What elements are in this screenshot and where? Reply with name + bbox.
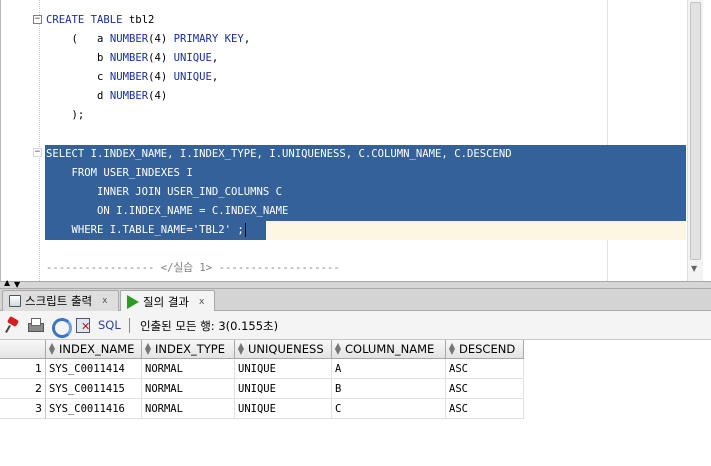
tab-label: 스크립트 출력 <box>25 294 93 308</box>
code-line: ( a NUMBER(4) PRIMARY KEY, <box>71 33 251 45</box>
table-cell[interactable]: ASC <box>446 379 524 399</box>
table-cell[interactable]: NORMAL <box>142 359 235 379</box>
pane-splitter[interactable]: ▲ ▼ <box>0 278 711 289</box>
scrollbar-thumb[interactable] <box>690 2 701 260</box>
code-line-selected: SELECT I.INDEX_NAME, I.INDEX_TYPE, I.UNI… <box>46 148 512 160</box>
sort-icon[interactable]: ▲ ▼ <box>235 342 247 356</box>
column-header-uniqueness[interactable]: ▲ ▼ UNIQUENESS <box>235 340 332 359</box>
table-cell[interactable]: SYS_C0011416 <box>46 399 142 419</box>
row-number[interactable]: 2 <box>0 379 46 399</box>
code-line-selected: ON I.INDEX_NAME = C.INDEX_NAME <box>46 205 289 217</box>
result-grid[interactable]: ▲ ▼ INDEX_NAME ▲ ▼ INDEX_TYPE ▲ ▼ UNIQUENESS ▲… <box>0 340 711 466</box>
code-line-selected: WHERE I.TABLE_NAME='TBL2' ; <box>46 223 246 237</box>
sort-icon[interactable]: ▲ ▼ <box>46 342 58 356</box>
text-caret <box>244 223 246 237</box>
run-query-icon <box>127 294 139 309</box>
pin-icon[interactable] <box>5 317 21 333</box>
code-line: ); <box>71 109 85 121</box>
code-line-selected: INNER JOIN USER_IND_COLUMNS C <box>46 186 282 198</box>
table-cell[interactable]: SYS_C0011414 <box>46 359 142 379</box>
editor-gutter <box>39 0 40 281</box>
fold-toggle-icon[interactable]: − <box>33 15 42 24</box>
table-cell[interactable]: A <box>332 359 446 379</box>
table-cell[interactable]: NORMAL <box>142 379 235 399</box>
code-line: CREATE TABLE tbl2 <box>46 14 155 26</box>
sort-icon[interactable]: ▲ ▼ <box>142 342 154 356</box>
result-toolbar: SQL 인출된 모든 행: 3(0.155초) <box>0 311 711 340</box>
editor-border <box>0 0 1 281</box>
table-cell[interactable]: ASC <box>446 399 524 419</box>
sort-icon[interactable]: ▲ ▼ <box>332 342 344 356</box>
table-cell[interactable]: UNIQUE <box>235 379 332 399</box>
sql-button[interactable]: SQL <box>98 318 121 332</box>
code-line: b NUMBER(4) UNIQUE, <box>97 52 219 64</box>
fold-toggle-icon[interactable]: − <box>33 148 42 157</box>
toolbar-separator <box>129 318 130 333</box>
tab-query-result[interactable]: 질의 결과 x <box>120 290 215 312</box>
code-line-selected: FROM USER_INDEXES I <box>46 167 193 179</box>
expand-up-icon[interactable]: ▲ <box>4 278 10 287</box>
row-number[interactable]: 1 <box>0 359 46 379</box>
column-header-descend[interactable]: ▲ ▼ DESCEND <box>446 340 524 359</box>
table-cell[interactable]: ASC <box>446 359 524 379</box>
column-header-index-name[interactable]: ▲ ▼ INDEX_NAME <box>46 340 142 359</box>
editor-vertical-scrollbar[interactable]: ▼ <box>687 0 703 281</box>
tab-label: 질의 결과 <box>143 294 189 309</box>
collapse-down-icon[interactable]: ▼ <box>14 280 20 289</box>
table-cell[interactable]: C <box>332 399 446 419</box>
output-tab-bar: 스크립트 출력 x 질의 결과 x <box>0 289 711 312</box>
close-icon[interactable]: x <box>199 297 204 307</box>
row-number[interactable]: 3 <box>0 399 46 419</box>
table-cell[interactable]: SYS_C0011415 <box>46 379 142 399</box>
sql-editor[interactable]: − − CREATE TABLE tbl2 ( a NUMBER(4) PRIM… <box>0 0 711 281</box>
tab-script-output[interactable]: 스크립트 출력 x <box>2 290 119 311</box>
print-icon[interactable] <box>27 317 44 333</box>
scroll-down-arrow-icon[interactable]: ▼ <box>691 264 697 273</box>
table-cell[interactable]: B <box>332 379 446 399</box>
code-line: c NUMBER(4) UNIQUE, <box>97 71 219 83</box>
close-icon[interactable]: x <box>102 296 107 306</box>
table-cell[interactable]: NORMAL <box>142 399 235 419</box>
column-header-index-type[interactable]: ▲ ▼ INDEX_TYPE <box>142 340 235 359</box>
column-header-column-name[interactable]: ▲ ▼ COLUMN_NAME <box>332 340 446 359</box>
row-number-header <box>0 340 46 359</box>
table-cell[interactable]: UNIQUE <box>235 399 332 419</box>
code-line: d NUMBER(4) <box>97 90 168 102</box>
sort-icon[interactable]: ▲ ▼ <box>446 342 458 356</box>
script-output-icon <box>9 295 21 307</box>
code-line-comment: ----------------- </실습 1> --------------… <box>46 262 340 274</box>
delete-icon[interactable] <box>75 317 91 333</box>
table-cell[interactable]: UNIQUE <box>235 359 332 379</box>
current-line-highlight <box>266 221 686 240</box>
refresh-icon[interactable] <box>51 317 72 338</box>
fetch-status-text: 인출된 모든 행: 3(0.155초) <box>140 319 279 333</box>
